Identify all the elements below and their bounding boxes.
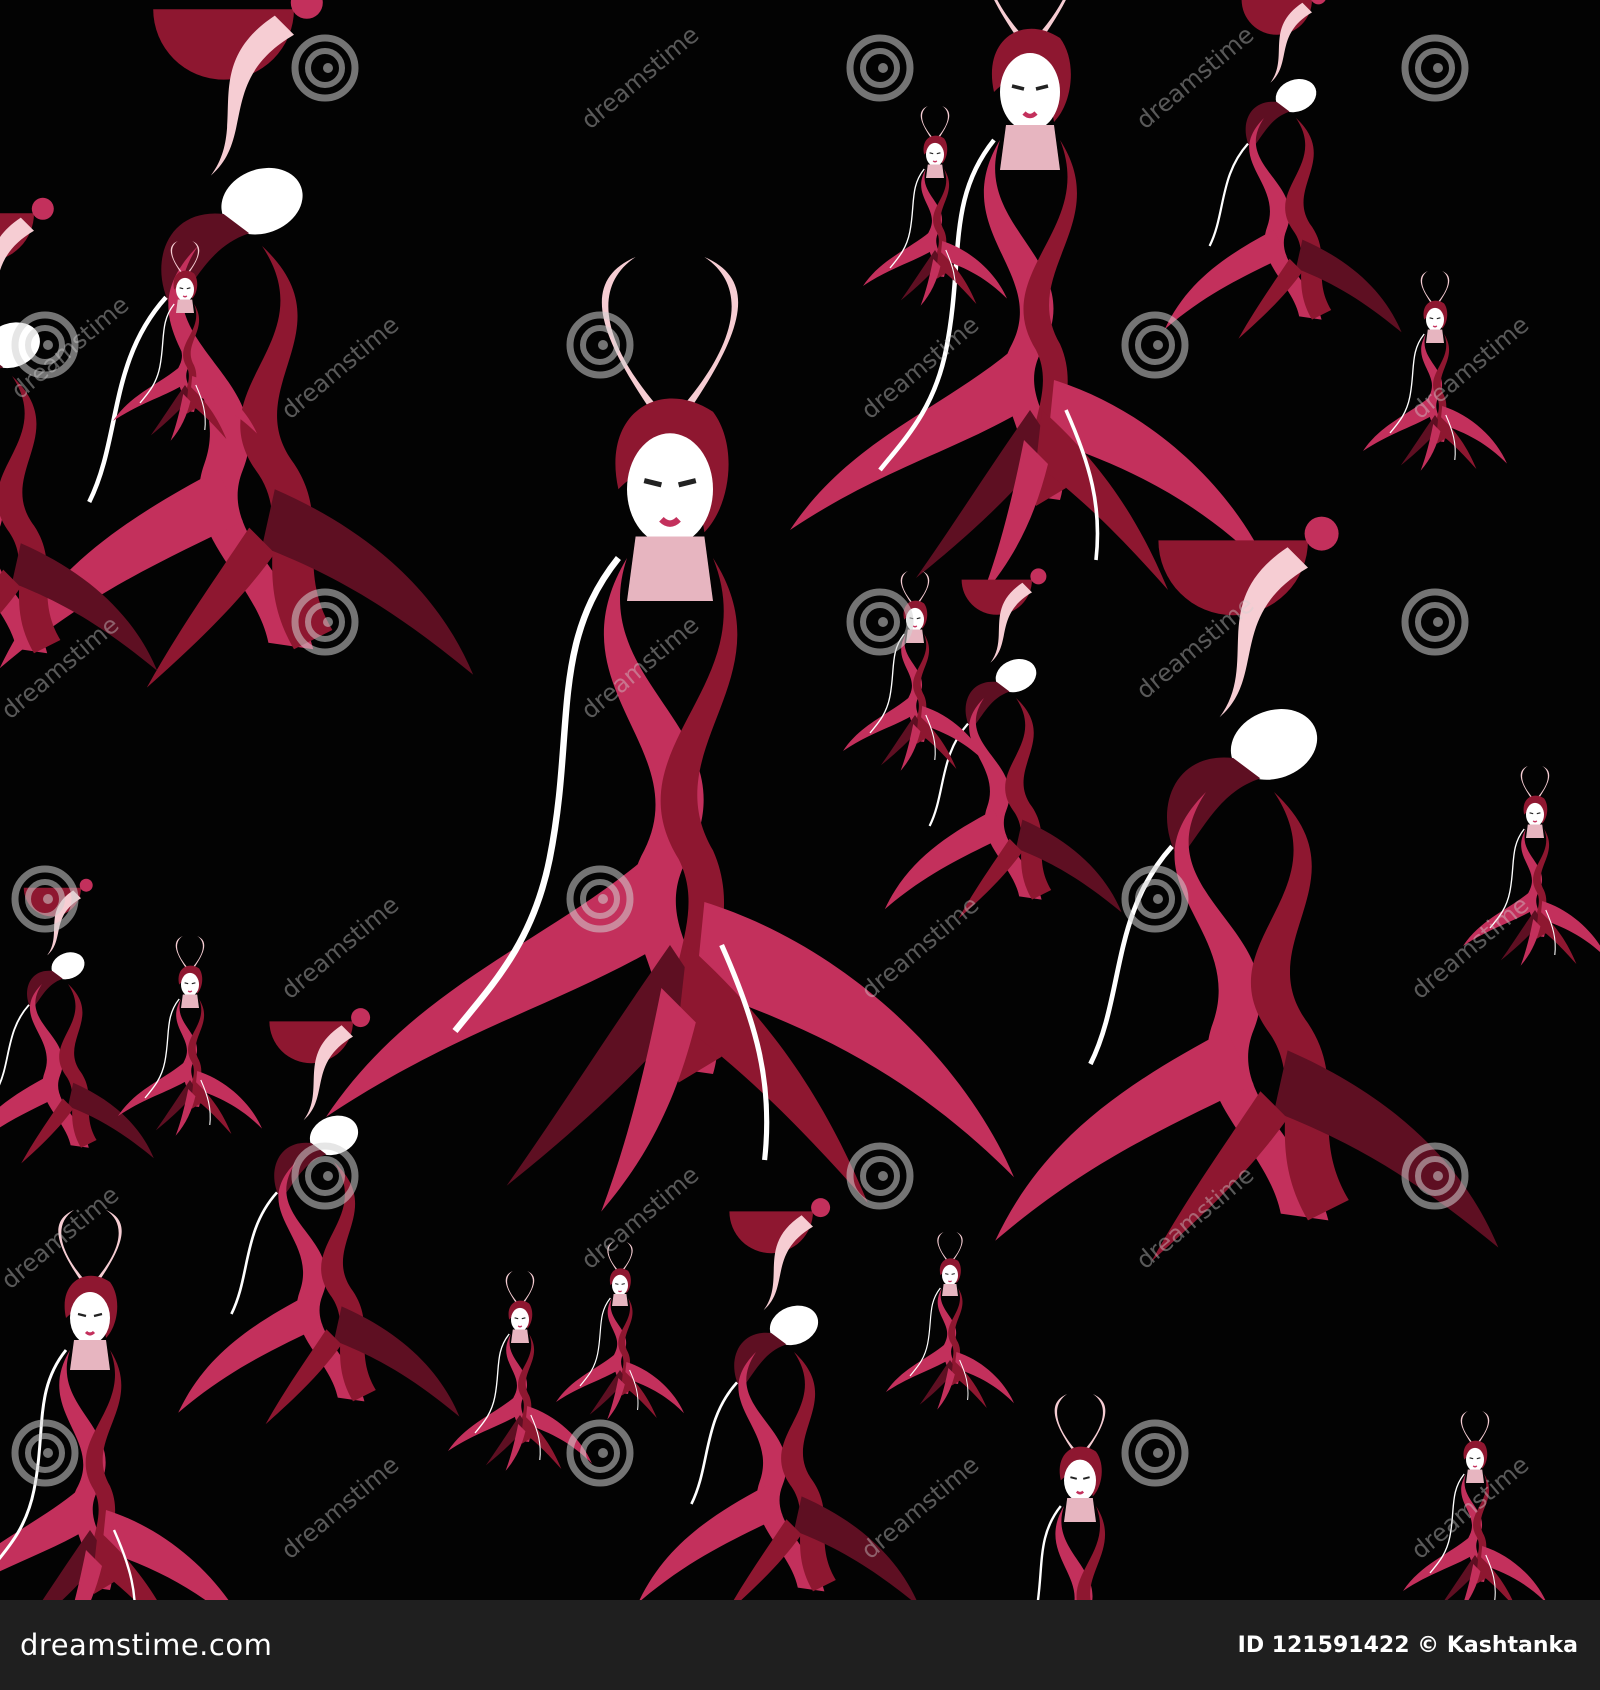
dancer-figure — [995, 517, 1498, 1262]
dancer-figure — [1462, 765, 1600, 967]
site-brand[interactable]: dreamstime.com — [20, 1628, 272, 1662]
dancer-figure — [117, 935, 263, 1137]
dancer-figure — [1163, 0, 1403, 340]
dancer-figure — [636, 1196, 921, 1600]
dancer-figure — [842, 570, 988, 772]
dancer-figure — [0, 1208, 252, 1600]
dancer-figure — [1362, 270, 1508, 472]
dancer-figure — [555, 1241, 685, 1421]
dancer-figure — [0, 196, 159, 682]
dancer-figure — [447, 1270, 593, 1472]
dancer-pattern — [0, 0, 1600, 1600]
image-credit: ID 121591422 © Kashtanka — [1237, 1632, 1578, 1658]
dancer-figure — [176, 1006, 461, 1426]
dancer-figure — [950, 1392, 1210, 1600]
dancer-figure — [1402, 1410, 1548, 1600]
dancer-figure — [0, 877, 155, 1165]
pattern-canvas: dreamstime dreamstime dreamstime dreamst… — [0, 0, 1600, 1600]
stock-footer-bar: dreamstime.com ID 121591422 © Kashtanka — [0, 1600, 1600, 1690]
dancer-figure — [885, 1231, 1015, 1411]
